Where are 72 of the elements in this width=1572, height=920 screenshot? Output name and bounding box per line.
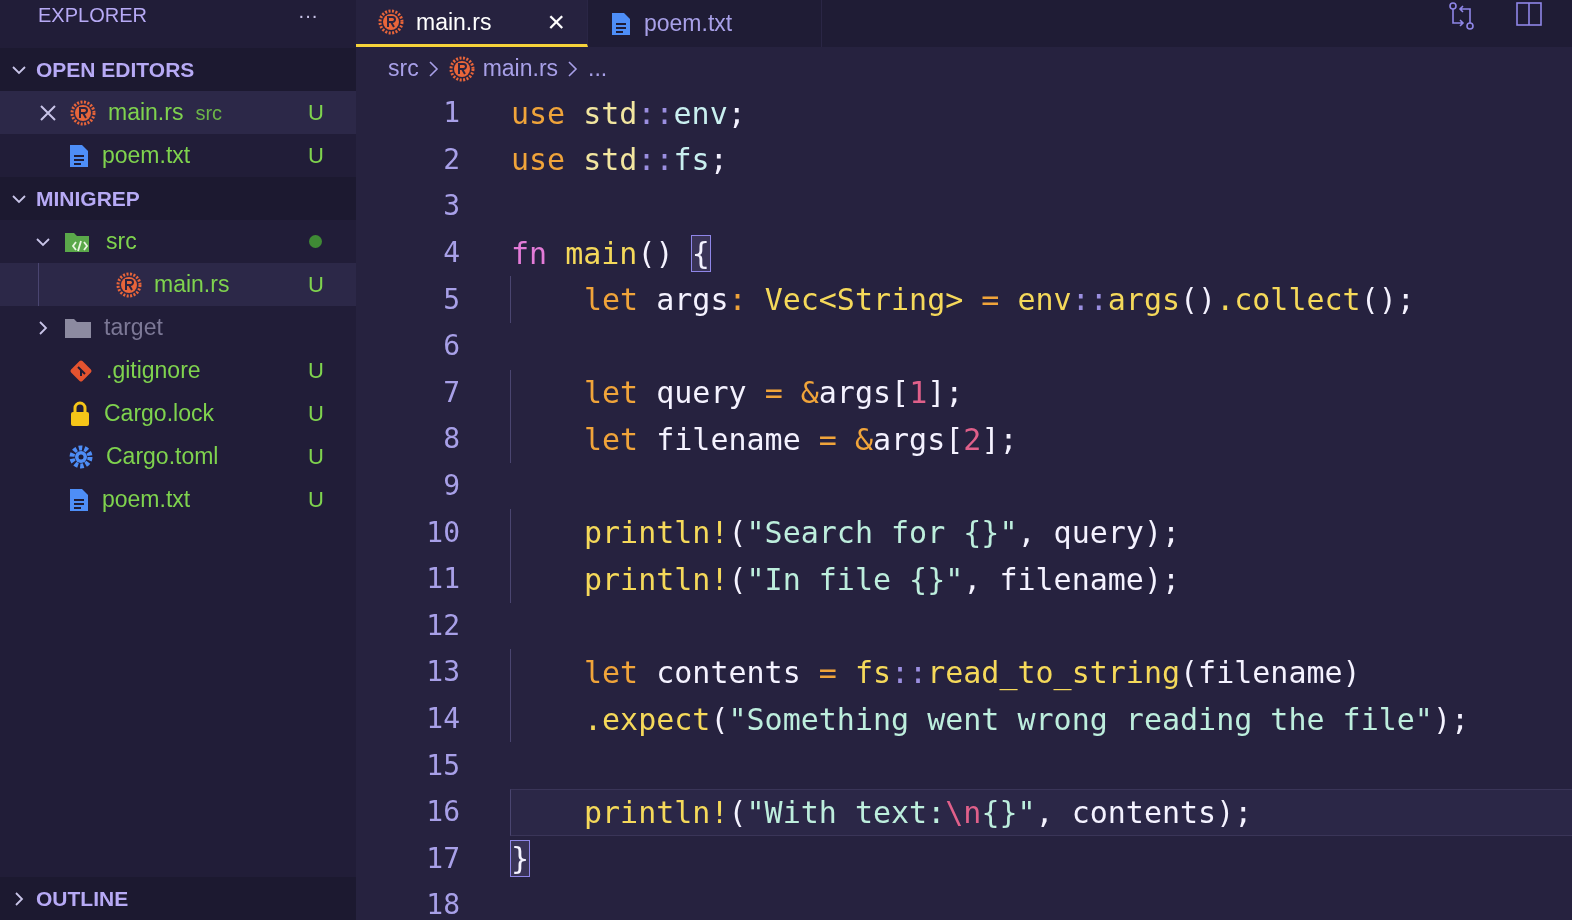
line-number: 3 xyxy=(442,188,460,225)
git-status: U xyxy=(308,443,324,471)
file-tree-item[interactable]: main.rs U xyxy=(0,263,356,306)
lock-icon xyxy=(68,400,92,427)
code-text: println!("Search for {}", query); xyxy=(584,514,1181,553)
gear-letter-icon xyxy=(448,55,475,82)
editor-tab[interactable]: poem.txt xyxy=(588,0,822,47)
line-number: 12 xyxy=(425,607,460,644)
line-number: 7 xyxy=(442,374,460,411)
section-header[interactable]: OUTLINE xyxy=(0,877,356,920)
document-icon xyxy=(68,142,90,169)
editor-tab[interactable]: main.rs × xyxy=(356,0,588,47)
line-number: 9 xyxy=(442,468,460,505)
document-icon xyxy=(610,10,632,37)
gear-letter-icon xyxy=(70,99,96,126)
file-tree-item[interactable]: target xyxy=(0,306,356,349)
code-text: } xyxy=(511,840,530,879)
breadcrumb-item[interactable]: ... xyxy=(588,51,608,86)
open-editor-item[interactable]: main.rs src U xyxy=(0,91,356,134)
git-status: U xyxy=(308,357,324,385)
breadcrumb-item[interactable]: src xyxy=(388,51,419,86)
line-number: 18 xyxy=(425,887,460,920)
folder-icon xyxy=(64,316,92,339)
split-editor-icon[interactable] xyxy=(1516,2,1542,28)
line-number: 15 xyxy=(425,747,460,784)
chevron-right-icon xyxy=(426,58,441,79)
code-text: let filename = &args[2]; xyxy=(584,420,1018,459)
line-number: 16 xyxy=(425,794,460,831)
git-status: U xyxy=(308,99,324,127)
gear-letter-icon xyxy=(116,271,142,298)
file-tree-item[interactable]: Cargo.lock U xyxy=(0,392,356,435)
code-text: use std::fs; xyxy=(511,141,728,180)
code-text: println!("In file {}", filename); xyxy=(584,560,1181,599)
line-number: 11 xyxy=(425,561,460,598)
line-number: 6 xyxy=(442,328,460,365)
line-number: 2 xyxy=(442,141,460,178)
gear-letter-icon xyxy=(378,9,404,35)
code-text: let contents = fs::read_to_string(filename) xyxy=(584,653,1361,693)
file-tree-item[interactable]: src xyxy=(0,220,356,263)
open-editor-item[interactable]: poem.txt U xyxy=(0,134,356,177)
line-number: 8 xyxy=(442,421,460,458)
code-text: fn main() { xyxy=(511,234,710,273)
close-tab-button[interactable]: × xyxy=(547,7,565,37)
sidebar-title: EXPLORER xyxy=(38,3,147,28)
git-status: U xyxy=(308,271,324,299)
code-text: .expect("Something went wrong reading the file"); xyxy=(584,700,1470,739)
git-status: U xyxy=(308,400,324,428)
line-number: 10 xyxy=(425,514,460,551)
line-number: 4 xyxy=(442,235,460,272)
breadcrumb-item[interactable]: main.rs xyxy=(482,51,559,86)
line-number: 13 xyxy=(425,654,460,691)
section-header[interactable]: OPEN EDITORS xyxy=(0,48,356,91)
close-icon[interactable] xyxy=(38,102,58,123)
file-tree-item[interactable]: .gitignore U xyxy=(0,349,356,392)
line-number: 1 xyxy=(442,95,460,132)
line-number: 5 xyxy=(442,281,460,318)
file-directory: src xyxy=(195,100,223,126)
document-icon xyxy=(68,486,90,513)
file-tree-item[interactable]: Cargo.toml U xyxy=(0,435,356,478)
code-text: println!("With text:\n{}", contents); xyxy=(584,793,1253,832)
code-text: use std::env; xyxy=(511,94,746,133)
gear-icon xyxy=(68,443,94,470)
code-text: let args: Vec<String> = env::args().collect(); xyxy=(584,281,1415,320)
git-status: U xyxy=(308,142,324,170)
file-tree-item[interactable]: poem.txt U xyxy=(0,478,356,521)
compare-changes-icon[interactable] xyxy=(1448,2,1476,30)
section-header[interactable]: MINIGREP xyxy=(0,177,356,220)
line-number: 14 xyxy=(425,701,460,737)
code-text: let query = &args[1]; xyxy=(584,374,964,413)
git-status: U xyxy=(308,486,324,514)
line-number: 17 xyxy=(425,840,460,877)
more-actions-button[interactable]: ··· xyxy=(298,0,318,30)
